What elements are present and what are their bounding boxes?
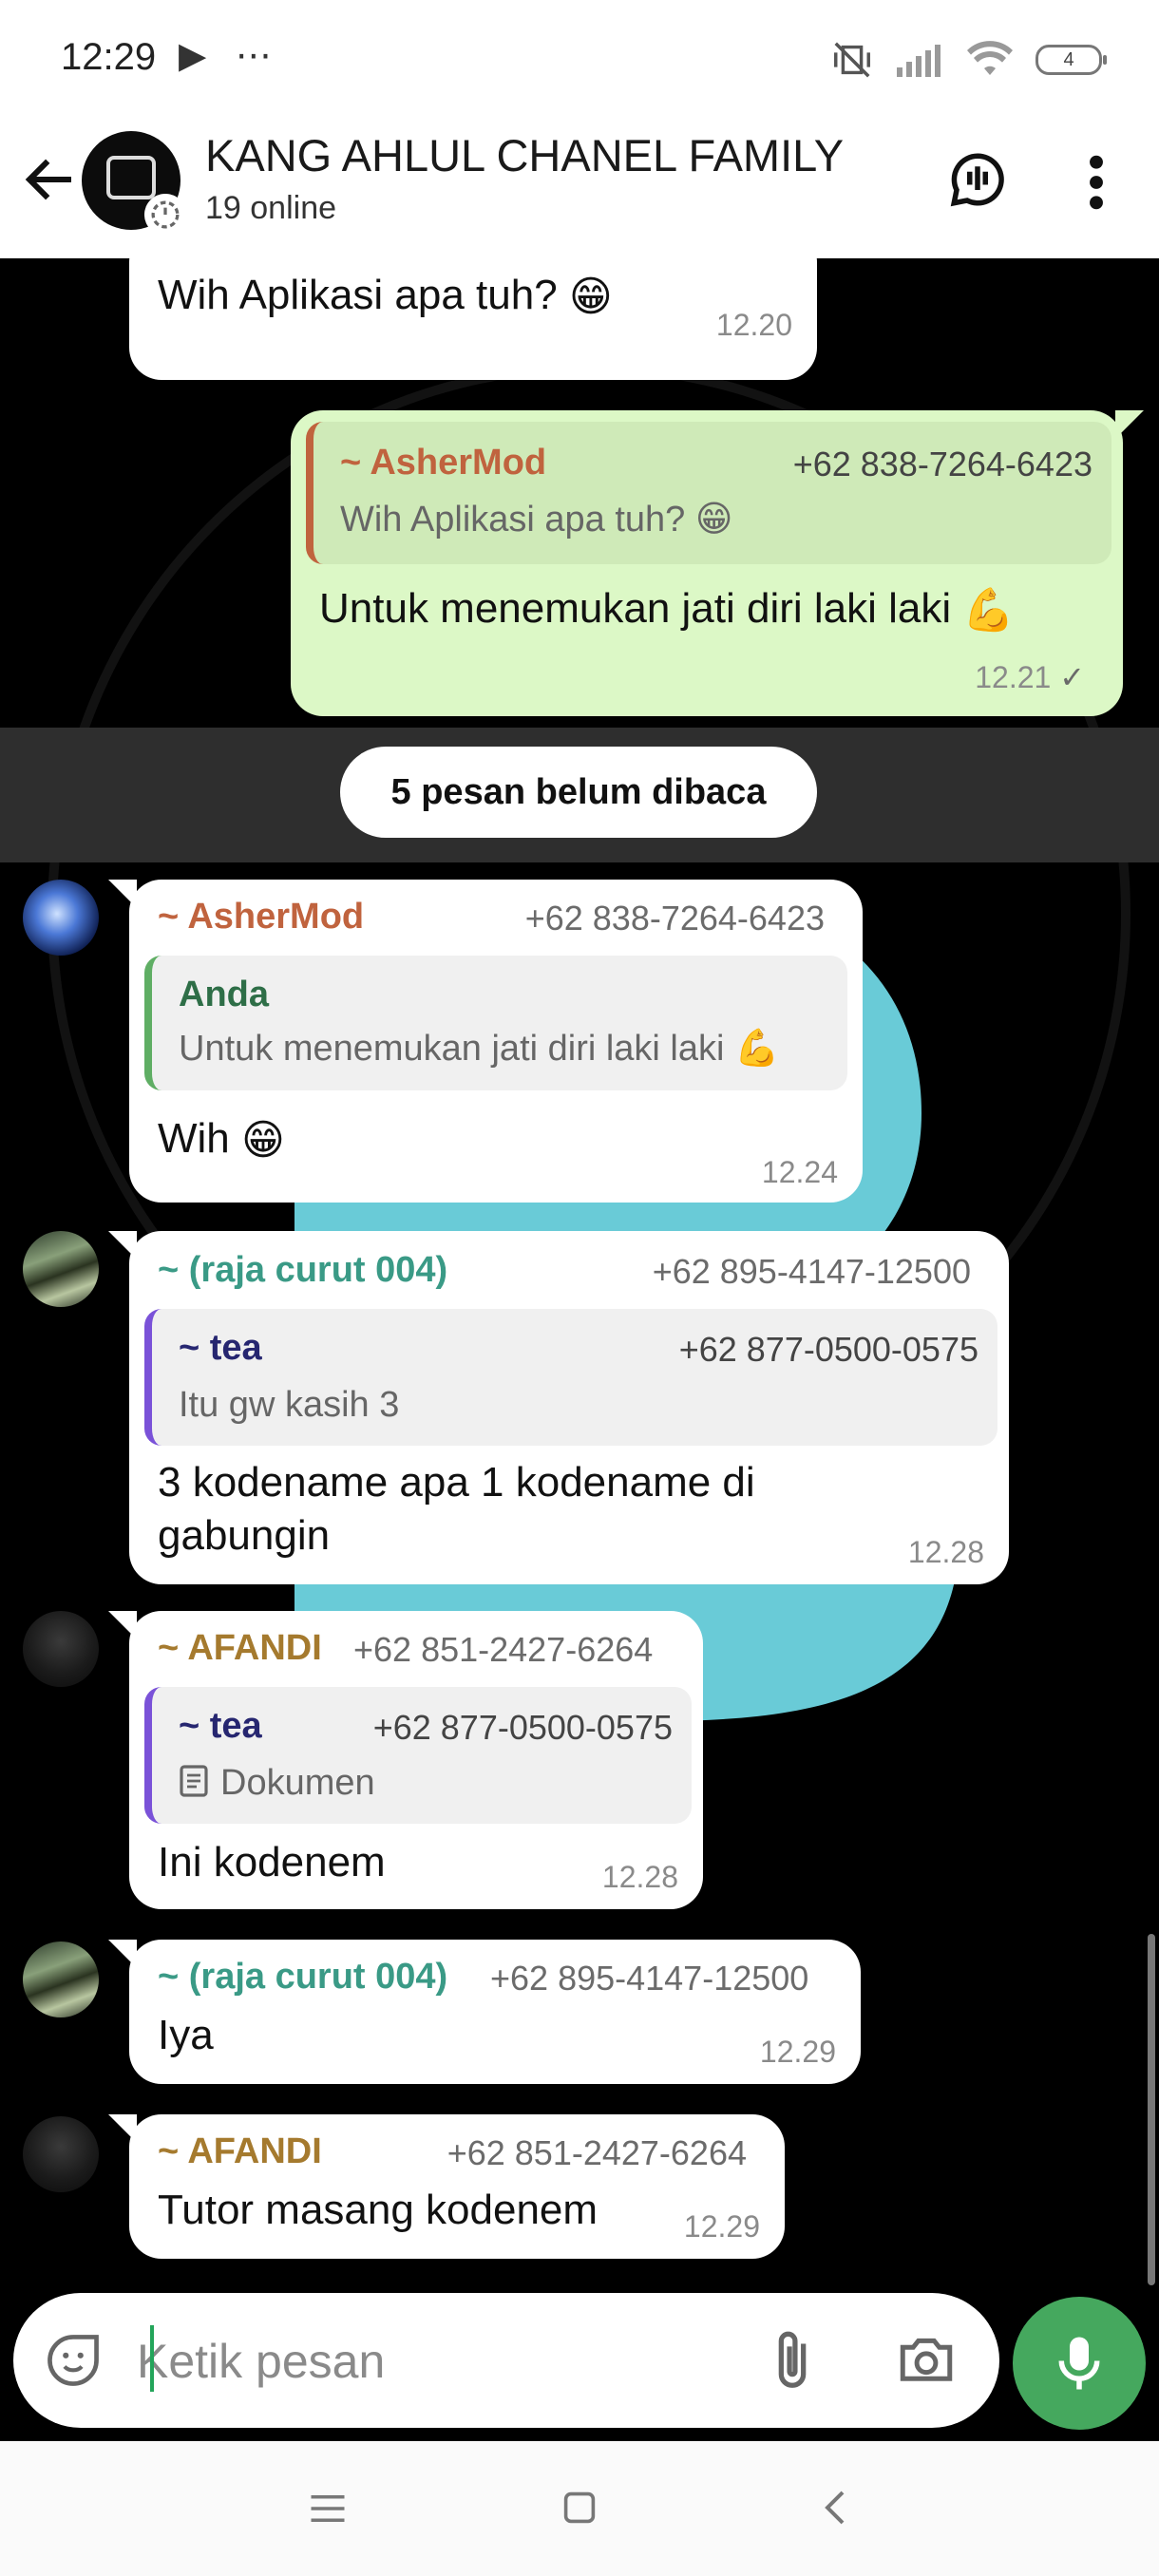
reply-quote[interactable]: ~ AsherMod +62 838-7264-6423 Wih Aplikas… <box>306 422 1112 564</box>
message-text-body: Wih <box>158 1115 230 1162</box>
message-time: 12.20 <box>715 308 792 342</box>
sender-phone: +62 895-4147-12500 <box>490 1959 809 1998</box>
grin-emoji: 😁 <box>241 1117 285 1165</box>
sender-avatar[interactable] <box>23 880 99 956</box>
menu-nav-icon[interactable] <box>308 2492 348 2525</box>
group-logo <box>106 156 156 199</box>
attachment-icon[interactable] <box>766 2327 819 2394</box>
status-bar: 12:29 ▶ ⋯ 4 <box>0 0 1159 114</box>
home-nav-icon[interactable] <box>562 2491 597 2525</box>
message-text-line-1: 3 kodename apa 1 kodename di <box>158 1459 755 1506</box>
back-arrow-icon[interactable] <box>19 148 82 211</box>
message-bubble[interactable]: Wih Aplikasi apa tuh? 😁 12.20 <box>129 258 817 380</box>
sender-phone: +62 838-7264-6423 <box>524 899 825 938</box>
quote-attachment: Dokumen <box>179 1763 375 1804</box>
message-time-text: 12.21 <box>975 660 1052 694</box>
sender-name[interactable]: ~ AFANDI <box>158 1628 322 1669</box>
sender-name[interactable]: ~ AFANDI <box>158 2131 322 2172</box>
quote-sender: ~ tea <box>179 1328 262 1368</box>
camera-icon[interactable] <box>895 2329 958 2392</box>
message-bubble[interactable]: ~ AsherMod +62 838-7264-6423 Anda Untuk … <box>108 880 863 1203</box>
unread-messages-divider: 5 pesan belum dibaca <box>340 747 817 838</box>
quote-sender: ~ AsherMod <box>340 443 547 483</box>
message-text-line-2: gabungin <box>158 1512 331 1559</box>
battery-icon: 4 <box>1036 45 1107 75</box>
voice-record-button[interactable] <box>1013 2297 1146 2430</box>
message-time: 12.29 <box>759 2035 836 2069</box>
message-text: Untuk menemukan jati diri laki laki 💪 <box>319 581 1015 638</box>
back-nav-icon[interactable] <box>821 2489 849 2527</box>
flexed-biceps-emoji: 💪 <box>962 587 1016 635</box>
message-text: Wih Aplikasi apa tuh? 😁 <box>158 268 613 325</box>
message-time: 12.28 <box>601 1860 678 1894</box>
sender-avatar[interactable] <box>23 1231 99 1307</box>
message-bubble[interactable]: ~ (raja curut 004) +62 895-4147-12500 Iy… <box>108 1940 861 2084</box>
system-navigation-bar <box>0 2441 1159 2576</box>
chat-area[interactable]: Wih Aplikasi apa tuh? 😁 12.20 ~ AsherMod… <box>0 258 1159 2293</box>
status-time: 12:29 <box>61 36 157 78</box>
message-input[interactable] <box>135 2321 747 2401</box>
wifi-icon <box>967 41 1013 75</box>
signal-icon <box>897 45 940 77</box>
online-count: 19 online <box>205 190 337 226</box>
message-bubble[interactable]: ~ AFANDI +62 851-2427-6264 ~ tea +62 877… <box>108 1611 703 1909</box>
reply-quote[interactable]: ~ tea +62 877-0500-0575 Itu gw kasih 3 <box>144 1309 998 1446</box>
vibrate-icon <box>834 42 870 78</box>
outgoing-message-bubble[interactable]: ~ AsherMod +62 838-7264-6423 Wih Aplikas… <box>291 410 1144 716</box>
message-text-body: Untuk menemukan jati diri laki laki <box>319 585 952 632</box>
text-cursor <box>150 2325 154 2392</box>
status-icons: 4 <box>830 38 1107 82</box>
sender-phone: +62 851-2427-6264 <box>446 2133 747 2172</box>
sender-avatar[interactable] <box>23 1611 99 1687</box>
sent-check-icon: ✓ <box>1059 660 1085 694</box>
notification-icons: ▶ ⋯ <box>179 36 281 76</box>
grin-emoji: 😁 <box>568 274 613 321</box>
message-text: Tutor masang kodenem <box>158 2187 598 2233</box>
reply-quote[interactable]: Anda Untuk menemukan jati diri laki laki… <box>144 956 847 1090</box>
quote-text: Untuk menemukan jati diri laki laki 💪 <box>179 1029 780 1069</box>
message-text-body: Wih Aplikasi apa tuh? <box>158 272 558 318</box>
sender-phone: +62 895-4147-12500 <box>652 1252 971 1291</box>
voice-chat-icon[interactable] <box>946 148 1009 211</box>
quote-phone: +62 877-0500-0575 <box>678 1330 978 1369</box>
message-bubble[interactable]: ~ AFANDI +62 851-2427-6264 Tutor masang … <box>108 2114 785 2259</box>
quote-text: Itu gw kasih 3 <box>179 1385 400 1425</box>
quote-text: Wih Aplikasi apa tuh? 😁 <box>340 500 733 540</box>
sender-name[interactable]: ~ (raja curut 004) <box>158 1957 447 1998</box>
sender-name[interactable]: ~ (raja curut 004) <box>158 1250 447 1291</box>
document-icon <box>180 1765 208 1797</box>
message-composer <box>13 2293 999 2428</box>
message-time: 12.24 <box>761 1155 838 1189</box>
message-text: Iya <box>158 2012 214 2058</box>
more-options-icon[interactable] <box>1074 152 1119 213</box>
quote-text: Dokumen <box>220 1763 375 1803</box>
quote-sender: ~ tea <box>179 1706 262 1746</box>
message-text: Wih 😁 <box>158 1111 285 1168</box>
message-text: Ini kodenem <box>158 1839 386 1885</box>
reply-quote[interactable]: ~ tea +62 877-0500-0575 Dokumen <box>144 1687 692 1824</box>
message-time: 12.29 <box>683 2209 760 2244</box>
sender-phone: +62 851-2427-6264 <box>353 1630 654 1669</box>
message-bubble[interactable]: ~ (raja curut 004) +62 895-4147-12500 ~ … <box>108 1231 1009 1584</box>
quote-phone: +62 877-0500-0575 <box>372 1708 673 1747</box>
sender-avatar[interactable] <box>23 1941 99 2017</box>
sender-avatar[interactable] <box>23 2116 99 2192</box>
message-time: 12.21 ✓ <box>975 659 1085 695</box>
disappearing-timer-icon <box>144 194 186 236</box>
quote-phone: +62 838-7264-6423 <box>792 445 1092 483</box>
sticker-icon[interactable] <box>44 2331 103 2390</box>
chat-scrollbar[interactable] <box>1148 1934 1155 2285</box>
chat-header: KANG AHLUL CHANEL FAMILY 19 online <box>0 114 1159 259</box>
microphone-icon <box>1058 2337 1100 2390</box>
quote-sender: Anda <box>179 975 269 1014</box>
message-time: 12.28 <box>907 1535 984 1569</box>
sender-name[interactable]: ~ AsherMod <box>158 897 364 938</box>
group-title[interactable]: KANG AHLUL CHANEL FAMILY <box>205 129 844 181</box>
group-avatar[interactable] <box>82 131 186 236</box>
